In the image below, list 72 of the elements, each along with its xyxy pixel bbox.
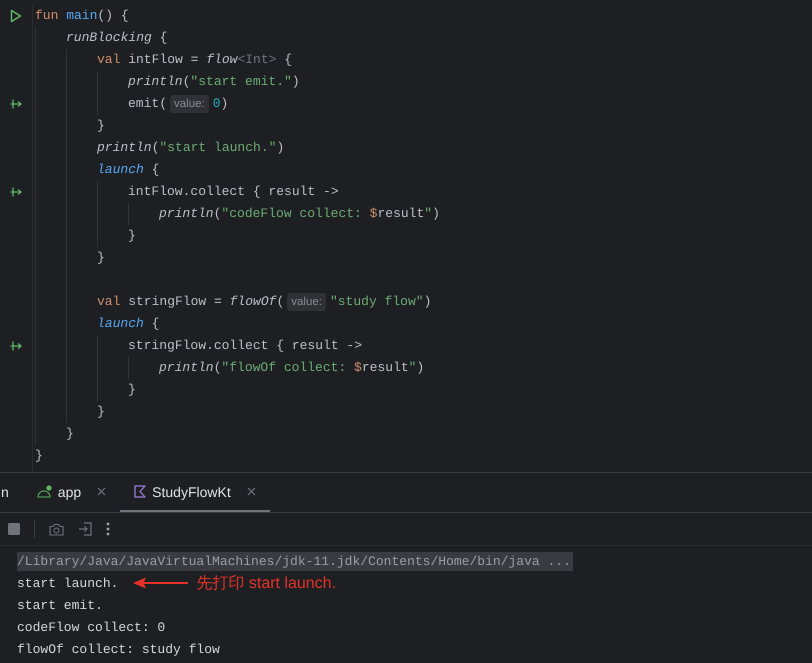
code-text: (: [182, 73, 190, 91]
close-icon[interactable]: [97, 487, 106, 496]
code-text: ): [276, 139, 284, 157]
string-literal: "codeFlow collect:: [221, 205, 363, 223]
annotation-text: 先打印 start launch.: [196, 574, 336, 594]
function-call: println: [128, 73, 183, 91]
function-call: flowOf: [230, 293, 276, 311]
number-literal: 0: [212, 95, 221, 113]
tab[interactable]: StudyFlowKt: [120, 473, 270, 512]
code-text: {: [150, 161, 160, 179]
code-text: {: [150, 315, 160, 333]
template-sign: $: [370, 205, 378, 223]
code-text: stringFlow.collect { result ->: [128, 337, 362, 355]
annotation-arrow: [132, 577, 188, 589]
string-literal: "start emit.": [190, 73, 292, 91]
code-text: ): [416, 359, 424, 377]
code-text: }: [97, 117, 105, 135]
code-text: result: [362, 359, 409, 377]
code-text: }: [66, 425, 74, 443]
function-name: main: [65, 7, 98, 25]
function-call: launch: [97, 161, 144, 179]
code-text: {: [158, 29, 168, 47]
inlay-hint: value:: [170, 95, 209, 113]
code-text: result: [377, 205, 424, 223]
function-call: println: [97, 139, 152, 157]
code-text: (: [276, 293, 284, 311]
more-icon[interactable]: [106, 522, 110, 536]
code-text: (: [214, 205, 222, 223]
string-literal: ": [408, 359, 416, 377]
code-text: }: [97, 249, 105, 267]
code-text: (: [214, 359, 222, 377]
sign-in-icon[interactable]: [78, 522, 92, 536]
string-literal: "study flow": [330, 293, 424, 311]
code-text: (: [152, 139, 160, 157]
code-text: () {: [97, 7, 129, 25]
code-text: }: [128, 227, 136, 245]
type-argument: <Int>: [237, 51, 276, 69]
keyword: fun: [35, 7, 58, 25]
code-text: }: [128, 381, 136, 399]
console-output: codeFlow collect: 0: [17, 620, 166, 634]
code-text: ): [292, 73, 300, 91]
function-call: flow: [206, 51, 238, 69]
function-call: println: [159, 205, 214, 223]
string-literal: "flowOf collect:: [221, 359, 348, 377]
function-call: println: [159, 359, 214, 377]
console-output: start emit.: [17, 598, 103, 612]
code-text: ): [432, 205, 440, 223]
code-text: intFlow =: [127, 51, 200, 69]
keyword: val: [97, 293, 120, 311]
code-text: }: [35, 447, 43, 465]
console-output: start launch.: [17, 576, 118, 590]
console-output: flowOf collect: study flow: [17, 642, 220, 656]
code-text: }: [97, 403, 105, 421]
tab[interactable]: n: [0, 473, 9, 512]
code-text: {: [283, 51, 292, 69]
code-text: stringFlow =: [127, 293, 223, 311]
keyword: val: [97, 51, 120, 69]
camera-icon[interactable]: [49, 522, 64, 536]
function-call: launch: [97, 315, 144, 333]
string-literal: ": [424, 205, 432, 223]
code-text: ): [424, 293, 432, 311]
code-text: emit(: [128, 95, 168, 113]
template-sign: $: [354, 359, 362, 377]
string-literal: "start launch.": [159, 139, 276, 157]
code-text: intFlow.collect { result ->: [128, 183, 339, 201]
inlay-hint: value:: [287, 293, 326, 311]
run-icon[interactable]: [10, 9, 22, 23]
tab[interactable]: app: [22, 473, 120, 512]
kotlin-file-icon: [134, 485, 146, 498]
close-icon[interactable]: [246, 487, 256, 496]
function-call: runBlocking: [66, 29, 152, 47]
code-text: ): [220, 95, 228, 113]
